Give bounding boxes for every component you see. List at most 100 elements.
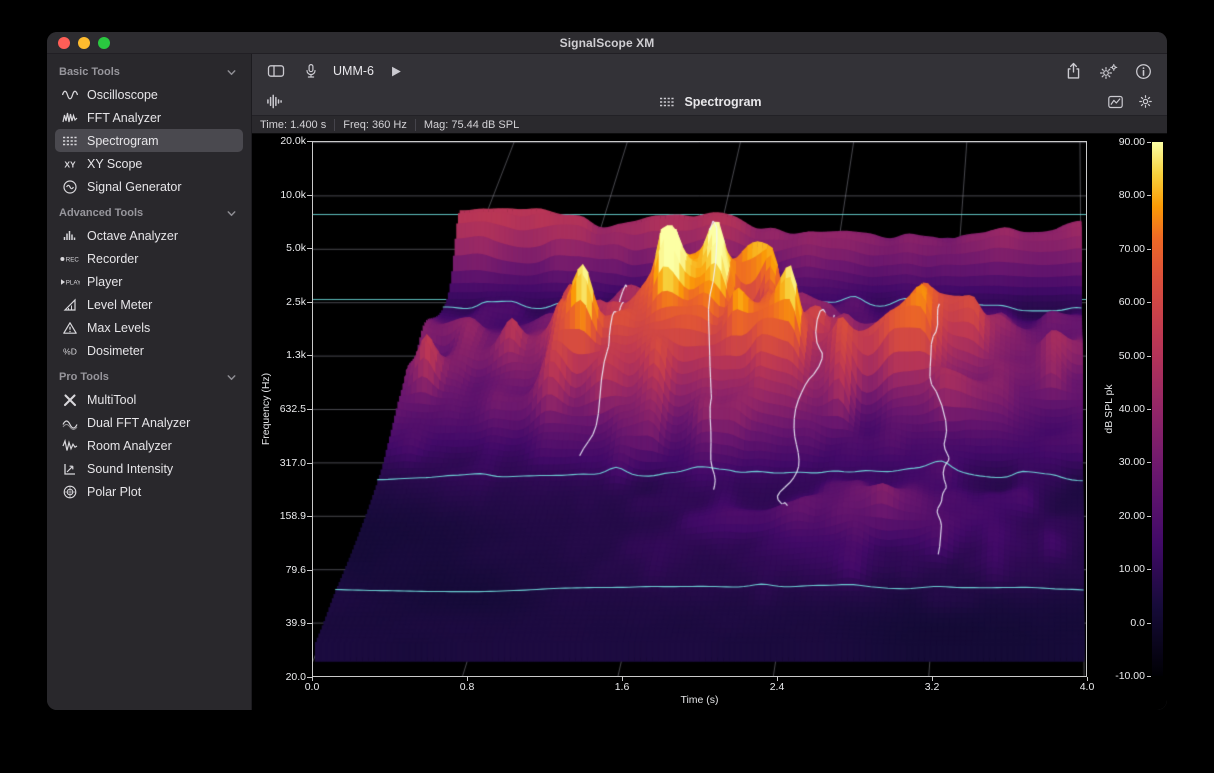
x-tick-label: 4.0 <box>1065 681 1109 693</box>
sidebar-item-dosimeter[interactable]: %DDosimeter <box>55 339 243 362</box>
plot-area: Frequency (Hz) Time (s) dB SPL pk 20.0k1… <box>252 134 1167 710</box>
sidebar-item-label: XY Scope <box>87 157 142 171</box>
sidebar-item-xy-scope[interactable]: XY XY Scope <box>55 152 243 175</box>
multitool-icon <box>60 392 80 408</box>
colorbar-tick-mark <box>1147 356 1151 357</box>
colorbar-tick-label: 90.00 <box>1091 136 1145 148</box>
dual-fft-analyzer-icon <box>60 415 80 431</box>
share-icon[interactable] <box>1063 61 1083 81</box>
chevron-down-icon[interactable] <box>221 205 241 221</box>
x-tick-label: 2.4 <box>755 681 799 693</box>
level-meter-icon <box>60 297 80 313</box>
sidebar-item-label: Recorder <box>87 252 138 266</box>
chevron-down-icon[interactable] <box>221 369 241 385</box>
section-header-pro-tools: Pro Tools <box>47 362 251 388</box>
sidebar: Basic Tools Oscilloscope FFT Analyzer Spect… <box>47 54 252 710</box>
y-tick-label: 317.0 <box>254 457 306 469</box>
input-device-label[interactable]: UMM-6 <box>333 64 374 78</box>
play-button[interactable] <box>386 61 406 81</box>
sidebar-item-dual-fft-analyzer[interactable]: Dual FFT Analyzer <box>55 411 243 434</box>
colorbar <box>1152 142 1163 676</box>
xy-scope-icon: XY <box>60 156 80 172</box>
y-tick-label: 1.3k <box>254 349 306 361</box>
x-tick-mark <box>777 677 778 681</box>
spectrogram-view-icon <box>657 92 677 112</box>
section-label: Basic Tools <box>59 66 120 78</box>
y-tick-label: 10.0k <box>254 189 306 201</box>
colorbar-tick-mark <box>1147 676 1151 677</box>
y-tick-label: 2.5k <box>254 296 306 308</box>
octave-analyzer-icon <box>60 228 80 244</box>
app-window: SignalScope XM Basic Tools Oscilloscope FF… <box>47 32 1167 710</box>
y-tick-mark <box>307 302 312 303</box>
sidebar-item-label: Polar Plot <box>87 485 141 499</box>
colorbar-tick-mark <box>1147 302 1151 303</box>
view-settings-gear-icon[interactable] <box>1135 92 1155 112</box>
sidebar-item-player[interactable]: PLAYPlayer <box>55 270 243 293</box>
section-header-basic-tools: Basic Tools <box>47 57 251 83</box>
microphone-icon[interactable] <box>301 61 321 81</box>
sidebar-item-label: FFT Analyzer <box>87 111 161 125</box>
spectrogram-canvas[interactable] <box>313 142 1086 676</box>
info-icon[interactable] <box>1133 61 1153 81</box>
sidebar-item-sound-intensity[interactable]: Sound Intensity <box>55 457 243 480</box>
sidebar-item-room-analyzer[interactable]: Room Analyzer <box>55 434 243 457</box>
colorbar-tick-label: 10.00 <box>1091 563 1145 575</box>
zoom-button[interactable] <box>98 37 110 49</box>
colorbar-tick-label: 50.00 <box>1091 350 1145 362</box>
view-header-actions <box>1105 92 1155 112</box>
sidebar-item-label: Dual FFT Analyzer <box>87 416 190 430</box>
colorbar-tick-label: 80.00 <box>1091 189 1145 201</box>
sidebar-item-label: MultiTool <box>87 393 136 407</box>
sidebar-item-label: Max Levels <box>87 321 150 335</box>
colorbar-tick-label: 30.00 <box>1091 456 1145 468</box>
y-tick-mark <box>307 195 312 196</box>
settings-gears-icon[interactable] <box>1098 61 1118 81</box>
desktop: SignalScope XM Basic Tools Oscilloscope FF… <box>0 0 1214 773</box>
sidebar-item-signal-generator[interactable]: Signal Generator <box>55 175 243 198</box>
sidebar-item-max-levels[interactable]: Max Levels <box>55 316 243 339</box>
traffic-lights <box>58 32 110 53</box>
room-analyzer-icon <box>60 438 80 454</box>
colorbar-tick-label: 0.0 <box>1091 617 1145 629</box>
minimize-button[interactable] <box>78 37 90 49</box>
x-tick-mark <box>312 677 313 681</box>
sidebar-item-fft-analyzer[interactable]: FFT Analyzer <box>55 106 243 129</box>
sidebar-toggle-icon[interactable] <box>266 61 286 81</box>
close-button[interactable] <box>58 37 70 49</box>
y-tick-mark <box>307 409 312 410</box>
sidebar-item-label: Signal Generator <box>87 180 182 194</box>
svg-text:XY: XY <box>64 159 76 169</box>
x-tick-mark <box>932 677 933 681</box>
recorder-icon: REC <box>60 251 80 267</box>
y-tick-mark <box>307 623 312 624</box>
cursor-mag-readout: Mag: 75.44 dB SPL <box>416 119 527 131</box>
sidebar-item-multitool[interactable]: MultiTool <box>55 388 243 411</box>
sidebar-item-level-meter[interactable]: Level Meter <box>55 293 243 316</box>
sidebar-item-recorder[interactable]: REC Recorder <box>55 247 243 270</box>
colorbar-tick-label: -10.00 <box>1091 670 1145 682</box>
colorbar-tick-label: 40.00 <box>1091 403 1145 415</box>
view-title-group: Spectrogram <box>252 92 1167 112</box>
section-label: Advanced Tools <box>59 207 143 219</box>
cursor-readout-bar: Time: 1.400 s Freq: 360 Hz Mag: 75.44 dB… <box>252 116 1167 134</box>
sidebar-item-oscilloscope[interactable]: Oscilloscope <box>55 83 243 106</box>
colorbar-tick-label: 60.00 <box>1091 296 1145 308</box>
chevron-down-icon[interactable] <box>221 64 241 80</box>
waveform-icon[interactable] <box>264 92 284 112</box>
colorbar-tick-mark <box>1147 409 1151 410</box>
y-tick-label: 158.9 <box>254 510 306 522</box>
signal-generator-icon <box>60 179 80 195</box>
colorbar-tick-mark <box>1147 569 1151 570</box>
colorbar-tick-mark <box>1147 462 1151 463</box>
sidebar-item-polar-plot[interactable]: Polar Plot <box>55 480 243 503</box>
chart-display-icon[interactable] <box>1105 92 1125 112</box>
sidebar-item-octave-analyzer[interactable]: Octave Analyzer <box>55 224 243 247</box>
y-tick-label: 20.0k <box>254 135 306 147</box>
titlebar[interactable]: SignalScope XM <box>47 32 1167 54</box>
x-tick-label: 1.6 <box>600 681 644 693</box>
sidebar-item-label: Room Analyzer <box>87 439 172 453</box>
sidebar-item-spectrogram[interactable]: Spectrogram <box>55 129 243 152</box>
x-tick-mark <box>622 677 623 681</box>
sidebar-item-label: Spectrogram <box>87 134 159 148</box>
